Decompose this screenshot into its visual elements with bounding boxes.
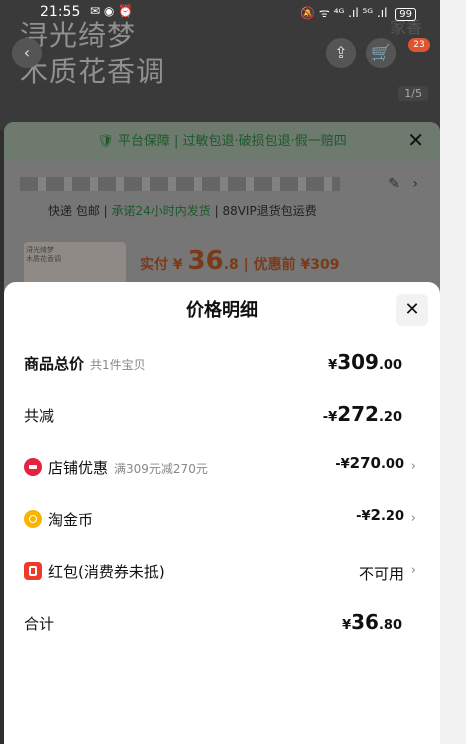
red-packet-icon — [24, 562, 42, 580]
currency: -¥ — [335, 457, 350, 472]
grand-total-value: ¥36.80 — [342, 610, 402, 634]
currency: ¥ — [342, 618, 352, 633]
value-int: 309 — [337, 350, 379, 374]
row-label: 淘金币 — [24, 509, 93, 530]
row-label: 店铺优惠 满309元减270元 — [24, 457, 208, 478]
value-dec: .80 — [378, 618, 402, 633]
edit-icon[interactable]: ✎ — [388, 176, 400, 192]
delivery-suffix: | 88VIP退货包运费 — [210, 204, 317, 218]
guarantee-banner[interactable]: 🛡 平台保障 | 过敏包退·破损包退·假一赔四 — [4, 122, 440, 162]
value-dec: .00 — [378, 358, 402, 373]
chevron-right-icon: › — [410, 511, 416, 526]
paid-price: 实付 ¥ 36.8 | 优惠前 ¥309 — [140, 246, 339, 276]
close-icon[interactable]: ✕ — [407, 128, 424, 152]
shop-discount-rule: 满309元减270元 — [114, 462, 208, 476]
battery-icon: 99 — [395, 8, 416, 21]
value-int: 272 — [337, 402, 379, 426]
shop-discount-label: 店铺优惠 — [48, 459, 109, 477]
back-icon[interactable]: ‹ — [12, 38, 42, 68]
blurred-address — [20, 177, 340, 191]
paid-int: 36 — [187, 246, 224, 276]
close-icon[interactable]: ✕ — [396, 294, 428, 326]
app-screen: 浔光绮梦 木质花香调 家香 21:55 ✉ ◉ ⏰ 🔕 ᯤ ⁴ᴳ .ıl ⁵ᴳ … — [0, 0, 440, 744]
value-dec: .00 — [380, 457, 404, 472]
row-red-packet[interactable]: 红包(消费券未抵) 不可用 › — [4, 556, 440, 586]
total-price-value: ¥309.00 — [328, 350, 402, 374]
value-int: 36 — [351, 610, 379, 634]
delivery-prefix: 快递 包邮 | — [48, 204, 112, 218]
total-discount-value: -¥272.20 — [323, 402, 402, 426]
shop-discount-value: -¥270.00 — [335, 454, 404, 472]
value-int: 2 — [370, 506, 381, 524]
row-taojinbi[interactable]: 淘金币 -¥2.20 › — [4, 504, 440, 534]
status-bar: 21:55 ✉ ◉ ⏰ 🔕 ᯤ ⁴ᴳ .ıl ⁵ᴳ .ıl 99 — [0, 0, 440, 26]
share-icon[interactable]: ⇪ — [326, 38, 356, 68]
currency: ¥ — [328, 358, 338, 373]
row-label: 红包(消费券未抵) — [24, 561, 165, 582]
shield-icon: 🛡 — [97, 134, 118, 149]
row-total-price: 商品总价 共1件宝贝 ¥309.00 — [4, 348, 440, 378]
row-label: 商品总价 共1件宝贝 — [24, 353, 146, 374]
currency: -¥ — [356, 509, 371, 524]
image-counter: 1/5 — [398, 86, 428, 101]
panel-title: 价格明细 — [186, 300, 258, 321]
status-time: 21:55 — [40, 4, 81, 20]
currency: -¥ — [322, 410, 338, 425]
value-dec: .20 — [380, 509, 404, 524]
guarantee-text: 平台保障 | 过敏包退·破损包退·假一赔四 — [117, 134, 347, 149]
chevron-right-icon: › — [410, 459, 416, 474]
row-total-discount: 共减 -¥272.20 — [4, 400, 440, 430]
coin-label: 淘金币 — [48, 511, 94, 529]
chevron-right-icon[interactable]: › — [412, 176, 418, 192]
red-packet-label: 红包(消费券未抵) — [48, 563, 165, 581]
total-discount-label: 共减 — [24, 407, 55, 425]
price-detail-panel: 价格明细 ✕ 商品总价 共1件宝贝 ¥309.00 共减 -¥272.20 店铺优… — [4, 282, 440, 744]
item-count: 共1件宝贝 — [90, 358, 146, 372]
red-packet-status: 不可用 — [358, 565, 404, 583]
paid-original: | 优惠前 ¥309 — [238, 257, 340, 273]
signal-icons: 🔕 ᯤ ⁴ᴳ .ıl ⁵ᴳ .ıl — [300, 6, 388, 20]
delivery-info: 快递 包邮 | 承诺24小时内发货 | 88VIP退货包运费 — [48, 202, 317, 219]
paid-label: 实付 ¥ — [140, 257, 188, 273]
grand-total-label: 合计 — [24, 615, 55, 633]
shop-icon — [24, 458, 42, 476]
row-grand-total: 合计 ¥36.80 — [4, 608, 440, 638]
value-int: 270 — [349, 454, 381, 472]
value-dec: .20 — [378, 410, 402, 425]
total-price-label: 商品总价 — [24, 355, 85, 373]
product-title-line2: 木质花香调 — [20, 55, 166, 88]
delivery-promise: 承诺24小时内发货 — [111, 204, 211, 218]
row-shop-discount[interactable]: 店铺优惠 满309元减270元 -¥270.00 › — [4, 452, 440, 482]
status-left-icons: ✉ ◉ ⏰ — [90, 4, 134, 18]
paid-dec: .8 — [223, 257, 239, 273]
coin-icon — [24, 510, 42, 528]
thumbnail-text: 浔光绮梦 木质花香调 — [26, 246, 61, 263]
cart-icon[interactable]: 🛒 — [366, 38, 396, 68]
cart-badge: 23 — [408, 38, 430, 52]
status-right-icons: 🔕 ᯤ ⁴ᴳ .ıl ⁵ᴳ .ıl 99 — [300, 4, 416, 21]
coin-value: -¥2.20 — [356, 506, 404, 524]
chevron-right-icon: › — [410, 563, 416, 578]
